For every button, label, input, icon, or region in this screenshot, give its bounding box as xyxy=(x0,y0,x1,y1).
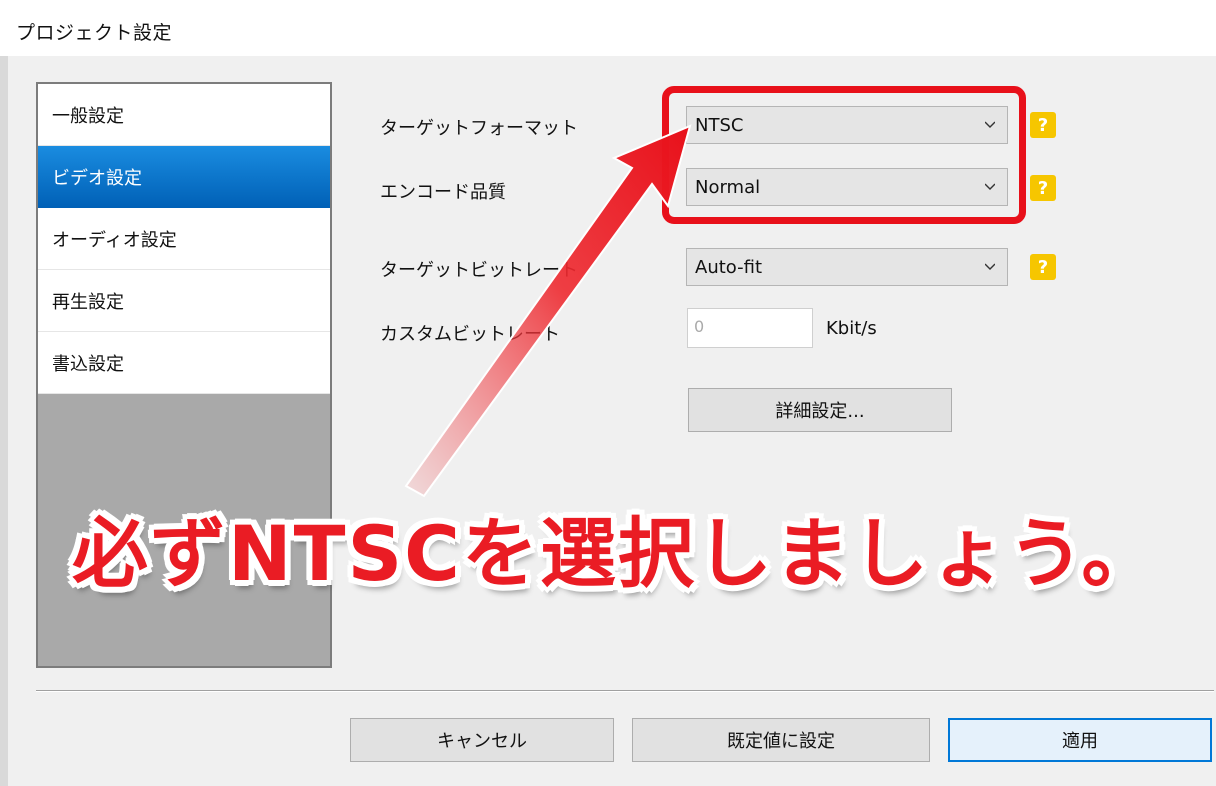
reset-default-button[interactable]: 既定値に設定 xyxy=(632,718,930,762)
sidebar-item-label: 書込設定 xyxy=(52,353,124,375)
help-icon[interactable]: ? xyxy=(1030,254,1056,280)
sidebar-item-label: オーディオ設定 xyxy=(52,229,177,251)
target-bitrate-select[interactable]: Auto-fit xyxy=(686,248,1008,286)
encode-quality-label: エンコード品質 xyxy=(380,182,506,203)
highlight-box xyxy=(662,86,1026,224)
target-bitrate-value: Auto-fit xyxy=(695,256,763,278)
advanced-settings-button[interactable]: 詳細設定... xyxy=(688,388,952,432)
help-icon[interactable]: ? xyxy=(1030,175,1056,201)
sidebar-item-label: 一般設定 xyxy=(52,105,124,127)
sidebar-item-label: 再生設定 xyxy=(52,291,124,313)
cancel-button[interactable]: キャンセル xyxy=(350,718,614,762)
sidebar-item-burn[interactable]: 書込設定 xyxy=(38,332,330,394)
bitrate-unit-label: Kbit/s xyxy=(826,318,877,339)
sidebar-item-playback[interactable]: 再生設定 xyxy=(38,270,330,332)
sidebar-item-general[interactable]: 一般設定 xyxy=(38,84,330,146)
chevron-down-icon xyxy=(985,263,995,270)
apply-button[interactable]: 適用 xyxy=(948,718,1212,762)
target-format-label: ターゲットフォーマット xyxy=(380,118,578,139)
window-title: プロジェクト設定 xyxy=(16,22,173,44)
sidebar-item-video[interactable]: ビデオ設定 xyxy=(38,146,330,208)
sidebar-item-audio[interactable]: オーディオ設定 xyxy=(38,208,330,270)
target-bitrate-label: ターゲットビットレート xyxy=(380,260,578,281)
sidebar-item-label: ビデオ設定 xyxy=(52,168,142,189)
custom-bitrate-label: カスタムビットレート xyxy=(380,324,560,345)
window-border xyxy=(0,0,8,786)
annotation-caption: 必ずNTSCを選択しましょう。 xyxy=(72,509,1160,598)
title-bar: プロジェクト設定 xyxy=(0,0,1216,56)
footer-divider-highlight xyxy=(36,691,1214,692)
help-icon[interactable]: ? xyxy=(1030,112,1056,138)
custom-bitrate-input[interactable]: 0 xyxy=(687,308,813,348)
